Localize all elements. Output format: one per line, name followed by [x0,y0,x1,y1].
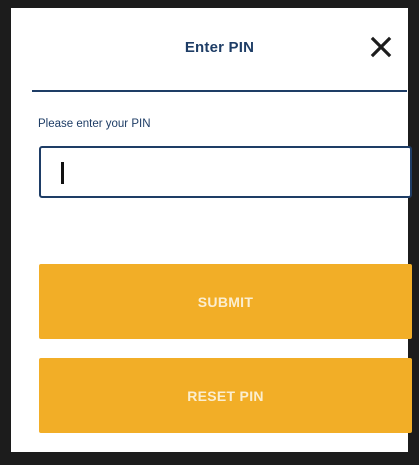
pin-prompt-label: Please enter your PIN [38,118,151,130]
close-icon [370,36,392,58]
submit-button-label: SUBMIT [197,293,254,310]
reset-pin-button[interactable]: RESET PIN [39,358,412,433]
reset-pin-button-label: RESET PIN [187,387,264,404]
pin-input-field[interactable] [39,146,412,198]
submit-button[interactable]: SUBMIT [39,264,412,339]
close-button[interactable] [369,35,393,59]
dialog-title: Enter PIN [184,39,255,56]
dialog-header: Enter PIN [32,8,407,92]
pin-input[interactable] [41,148,410,196]
